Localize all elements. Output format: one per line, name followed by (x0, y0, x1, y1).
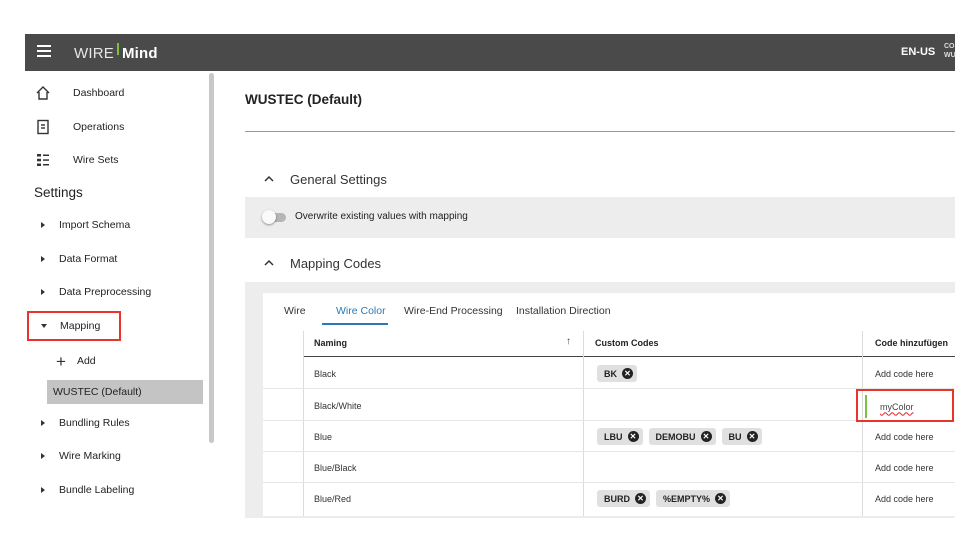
app-logo: WIRE Mind (74, 43, 158, 62)
chevron-up-icon (264, 174, 278, 185)
add-code-field[interactable]: Add code here (875, 452, 934, 483)
sidebar-item-dashboard[interactable]: Dashboard (25, 81, 124, 105)
row-naming: Black (314, 368, 337, 379)
language-selector[interactable]: EN-US (901, 46, 935, 58)
title-divider (245, 131, 955, 132)
add-code-field[interactable]: Add code here (875, 421, 934, 452)
sidebar-item-operations[interactable]: Operations (25, 115, 124, 139)
add-code-field[interactable]: Add code here (875, 483, 934, 514)
table-row: Blue/Red BURD ✕ %EMPTY% ✕ Add code here (263, 483, 955, 514)
sidebar-item-wire-marking[interactable]: Wire Marking (25, 445, 205, 467)
sidebar: Dashboard Operations Wire Sets Settings … (25, 71, 217, 521)
sidebar-item-bundling-rules[interactable]: Bundling Rules (25, 412, 205, 434)
table-row: Black/White (263, 390, 955, 421)
sidebar-item-data-format[interactable]: Data Format (25, 248, 205, 270)
list-icon (33, 151, 53, 169)
sidebar-item-wustec-default[interactable]: WUSTEC (Default) (47, 380, 203, 404)
overwrite-toggle[interactable] (262, 210, 288, 224)
sort-arrow-up-icon[interactable]: ↑ (566, 336, 571, 347)
caret-right-icon (41, 289, 45, 295)
hamburger-menu-icon[interactable] (37, 45, 51, 59)
sidebar-item-bundle-labeling[interactable]: Bundle Labeling (25, 479, 205, 501)
caret-right-icon (41, 420, 45, 426)
code-chip: BU ✕ (721, 428, 762, 445)
tab-wire[interactable]: Wire (284, 293, 306, 329)
mapping-highlight-box (27, 311, 121, 341)
chevron-up-icon (264, 258, 278, 269)
table-row: Blue/Black Add code here (263, 452, 955, 483)
settings-heading: Settings (34, 185, 83, 200)
code-chip: LBU ✕ (597, 428, 643, 445)
code-chip: BURD ✕ (597, 490, 650, 507)
remove-chip-icon[interactable]: ✕ (635, 493, 646, 504)
sidebar-item-wire-sets[interactable]: Wire Sets (25, 148, 119, 172)
sidebar-item-data-preprocessing[interactable]: Data Preprocessing (25, 281, 205, 303)
remove-chip-icon[interactable]: ✕ (627, 431, 639, 442)
plus-icon: + (56, 351, 66, 371)
tab-installation-direction[interactable]: Installation Direction (516, 293, 611, 329)
code-chip: BK ✕ (597, 365, 637, 382)
sidebar-item-import-schema[interactable]: Import Schema (25, 214, 205, 236)
app-header: WIRE Mind EN-US CO WU (25, 34, 956, 71)
mapping-table: Naming ↑ Custom Codes Code hinzufügen Bl… (263, 329, 955, 516)
remove-chip-icon[interactable]: ✕ (715, 493, 727, 504)
caret-right-icon (41, 256, 45, 262)
code-input-highlight-box (856, 389, 954, 422)
row-naming: Blue/Black (314, 462, 357, 473)
table-row: Black BK ✕ Add code here (263, 358, 955, 389)
sidebar-scrollbar[interactable] (209, 73, 214, 443)
column-header-add-code: Code hinzufügen (875, 338, 948, 348)
remove-chip-icon[interactable]: ✕ (700, 431, 712, 442)
row-naming: Blue/Red (314, 493, 352, 504)
row-naming: Blue (314, 431, 333, 442)
table-row: Blue LBU ✕ DEMOBU ✕ BU ✕ Add code here (263, 421, 955, 452)
page-title: WUSTEC (Default) (245, 92, 362, 107)
company-selector[interactable]: CO WU (944, 42, 956, 60)
home-icon (33, 84, 53, 102)
add-mapping-button[interactable]: + Add (56, 351, 96, 371)
general-settings-header[interactable]: General Settings (264, 169, 387, 189)
document-icon (33, 118, 53, 136)
code-chip: DEMOBU ✕ (648, 428, 716, 445)
caret-right-icon (41, 453, 45, 459)
row-naming: Black/White (314, 400, 362, 411)
mapping-codes-header[interactable]: Mapping Codes (264, 253, 381, 273)
remove-chip-icon[interactable]: ✕ (622, 368, 633, 379)
column-header-custom-codes: Custom Codes (595, 338, 659, 348)
tab-wire-end-processing[interactable]: Wire-End Processing (404, 293, 503, 329)
code-chip: %EMPTY% ✕ (656, 490, 731, 507)
remove-chip-icon[interactable]: ✕ (746, 431, 758, 442)
column-header-naming[interactable]: Naming (314, 329, 347, 357)
overwrite-toggle-label: Overwrite existing values with mapping (295, 211, 468, 222)
add-code-field[interactable]: Add code here (875, 358, 934, 389)
active-tab-indicator (322, 323, 388, 325)
caret-right-icon (41, 222, 45, 228)
caret-right-icon (41, 487, 45, 493)
